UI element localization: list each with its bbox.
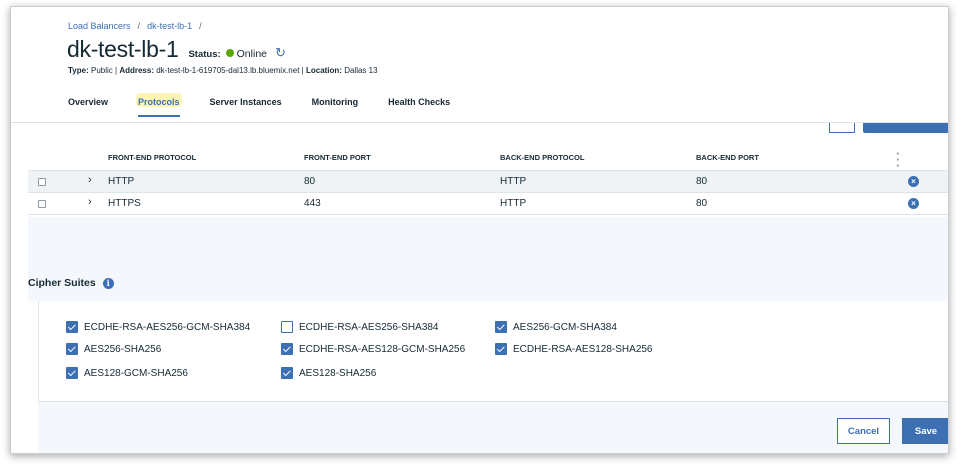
breadcrumb-separator: / xyxy=(199,21,202,31)
cipher-label: ECDHE-RSA-AES128-GCM-SHA256 xyxy=(299,343,466,355)
cipher-label: AES128-GCM-SHA256 xyxy=(84,367,188,379)
cipher-label: ECDHE-RSA-AES128-SHA256 xyxy=(513,343,653,355)
backend-protocol-cell: HTTP xyxy=(500,198,527,209)
location-label: Location: xyxy=(305,66,342,75)
app-window: Load Balancers / dk-test-lb-1 / dk-test-… xyxy=(10,6,949,454)
checkbox-unchecked-icon[interactable] xyxy=(281,321,293,333)
cipher-suites-panel: ECDHE-RSA-AES256-GCM-SHA384 ECDHE-RSA-AE… xyxy=(38,301,948,401)
cipher-suites-heading: Cipher Suites i xyxy=(24,275,114,289)
tab-bar: Overview Protocols Server Instances Moni… xyxy=(68,93,480,117)
breadcrumb-separator: / xyxy=(137,21,141,31)
checkbox-checked-icon[interactable] xyxy=(495,321,507,333)
cipher-label: AES256-GCM-SHA384 xyxy=(513,321,617,333)
table-header: FRONT-END PROTOCOL FRONT-END PORT BACK-E… xyxy=(28,145,948,172)
tab-monitoring[interactable]: Monitoring xyxy=(312,97,359,117)
column-header: FRONT-END PORT xyxy=(304,153,371,162)
overflow-menu-icon[interactable]: · · · xyxy=(896,147,900,172)
breadcrumb: Load Balancers / dk-test-lb-1 / xyxy=(68,21,202,31)
backend-protocol-cell: HTTP xyxy=(500,176,527,187)
expand-chevron-icon[interactable]: › xyxy=(88,174,92,186)
table-empty-area xyxy=(28,217,948,301)
frontend-port-cell: 443 xyxy=(304,198,321,209)
cipher-label: AES128-SHA256 xyxy=(299,367,377,379)
info-icon[interactable]: i xyxy=(102,277,114,289)
location-value: Dallas 13 xyxy=(344,66,378,75)
frontend-protocol-cell: HTTP xyxy=(108,176,135,187)
checkbox-checked-icon[interactable] xyxy=(495,343,507,355)
cipher-label: ECDHE-RSA-AES256-GCM-SHA384 xyxy=(84,321,251,333)
backend-port-cell: 80 xyxy=(696,198,708,209)
page-title: dk-test-lb-1 xyxy=(67,36,179,62)
frontend-protocol-cell: HTTPS xyxy=(108,198,141,209)
cipher-checkbox-aes256-sha256[interactable]: AES256-SHA256 xyxy=(66,343,161,355)
cipher-checkbox-ecdhe-rsa-aes128-sha256[interactable]: ECDHE-RSA-AES128-SHA256 xyxy=(495,343,653,355)
checkbox-checked-icon[interactable] xyxy=(281,367,293,379)
checkbox-checked-icon[interactable] xyxy=(281,343,293,355)
column-header: BACK-END PORT xyxy=(696,153,759,162)
remove-row-icon[interactable]: × xyxy=(908,176,919,187)
protocols-table: FRONT-END PROTOCOL FRONT-END PORT BACK-E… xyxy=(28,145,948,215)
type-value: Public xyxy=(90,66,113,75)
cancel-button[interactable]: Cancel xyxy=(837,418,890,444)
cipher-checkbox-ecdhe-rsa-aes256-gcm-sha384[interactable]: ECDHE-RSA-AES256-GCM-SHA384 xyxy=(66,321,250,333)
table-row: › HTTP 80 HTTP 80 × xyxy=(28,171,948,193)
cipher-checkbox-ecdhe-rsa-aes256-sha384[interactable]: ECDHE-RSA-AES256-SHA384 xyxy=(281,321,439,333)
tab-health-checks[interactable]: Health Checks xyxy=(388,97,450,117)
lb-meta: Type: Public | Address: dk-test-lb-1-619… xyxy=(68,66,378,75)
title-row: dk-test-lb-1 Status: Online ↻ xyxy=(67,36,286,63)
checkbox-checked-icon[interactable] xyxy=(66,321,78,333)
form-footer: Cancel Save xyxy=(38,401,948,453)
checkbox-checked-icon[interactable] xyxy=(66,367,78,379)
cipher-checkbox-aes128-gcm-sha256[interactable]: AES128-GCM-SHA256 xyxy=(66,367,188,379)
cipher-label: ECDHE-RSA-AES256-SHA384 xyxy=(299,321,439,333)
address-value: dk-test-lb-1-619705-dal13.lb.bluemix.net xyxy=(156,66,300,75)
cipher-checkbox-aes256-gcm-sha384[interactable]: AES256-GCM-SHA384 xyxy=(495,321,617,333)
cipher-checkbox-ecdhe-rsa-aes128-gcm-sha256[interactable]: ECDHE-RSA-AES128-GCM-SHA256 xyxy=(281,343,465,355)
page-header: Load Balancers / dk-test-lb-1 / dk-test-… xyxy=(11,7,948,123)
status-online-icon xyxy=(225,49,234,57)
row-checkbox[interactable] xyxy=(38,200,46,208)
backend-port-cell: 80 xyxy=(696,176,708,187)
refresh-icon[interactable]: ↻ xyxy=(275,45,286,61)
cipher-checkbox-aes128-sha256[interactable]: AES128-SHA256 xyxy=(281,367,376,379)
address-label: Address: xyxy=(119,66,154,75)
tab-overview[interactable]: Overview xyxy=(68,97,108,117)
type-label: Type: xyxy=(68,66,89,75)
column-header: BACK-END PROTOCOL xyxy=(500,153,585,162)
column-header: FRONT-END PROTOCOL xyxy=(108,153,197,162)
breadcrumb-load-balancers[interactable]: Load Balancers xyxy=(68,21,131,31)
remove-row-icon[interactable]: × xyxy=(908,198,919,209)
row-checkbox[interactable] xyxy=(38,178,46,186)
status-value: Online xyxy=(236,48,267,60)
tab-server-instances[interactable]: Server Instances xyxy=(210,97,282,117)
tab-protocols[interactable]: Protocols xyxy=(136,93,182,117)
table-row: › HTTPS 443 HTTP 80 × xyxy=(28,193,948,215)
status-label: Status: xyxy=(188,49,221,60)
expand-chevron-icon[interactable]: › xyxy=(88,196,92,208)
save-button[interactable]: Save xyxy=(902,418,948,444)
checkbox-checked-icon[interactable] xyxy=(66,343,78,355)
frontend-port-cell: 80 xyxy=(304,176,316,187)
breadcrumb-lb-name[interactable]: dk-test-lb-1 xyxy=(147,21,192,31)
cipher-label: AES256-SHA256 xyxy=(84,343,162,355)
cipher-suites-title: Cipher Suites xyxy=(28,277,96,289)
